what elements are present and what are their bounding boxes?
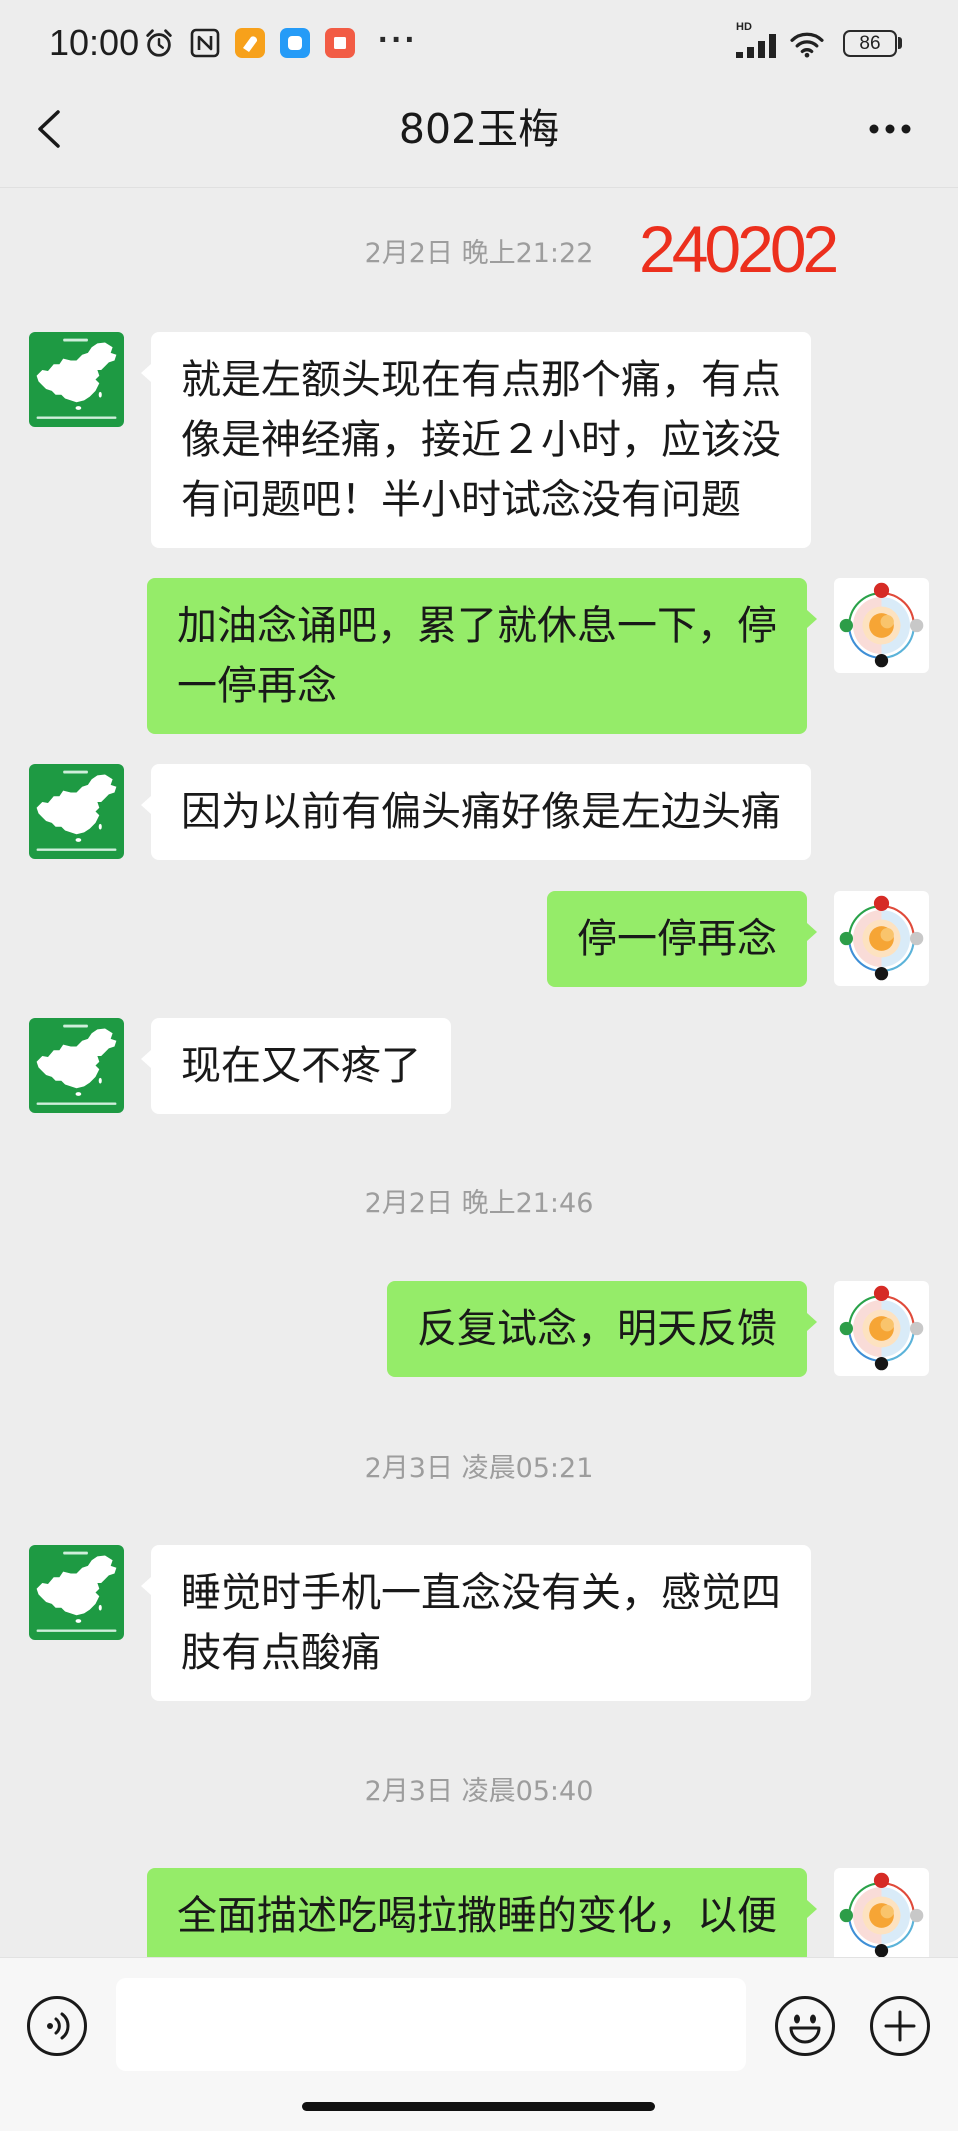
message-bubble-received[interactable]: 现在又不疼了: [141, 1018, 451, 1114]
status-time: 10:00: [49, 22, 140, 63]
china-map-avatar-icon: [29, 332, 124, 427]
battery-icon: 86: [843, 30, 897, 57]
message-text-line: 有问题吧！半小时试念没有问题: [181, 477, 741, 523]
message-text-line: 像是神经痛，接近２小时，应该没: [181, 417, 781, 463]
status-bar: 10:00 ··· HD 86: [0, 0, 958, 86]
message-text-line: 因为以前有偏头痛好像是左边头痛: [181, 789, 781, 835]
battery-level: 86: [859, 33, 881, 54]
more-notifications-indicator: ···: [378, 21, 418, 59]
contact-avatar[interactable]: [29, 764, 124, 859]
chat-title: 802玉梅: [398, 105, 560, 153]
chat-input-bar: [0, 1957, 958, 2131]
chat-header: 802玉梅: [0, 86, 958, 188]
china-map-avatar-icon: [29, 1018, 124, 1113]
more-dots-icon[interactable]: [866, 123, 914, 135]
orange-app-icon: [235, 28, 265, 58]
china-map-avatar-icon: [29, 764, 124, 859]
contact-avatar[interactable]: [29, 332, 124, 427]
circle-diagram-avatar-icon: [834, 891, 929, 986]
alarm-clock-icon: [146, 29, 172, 57]
my-avatar[interactable]: [834, 1281, 929, 1376]
message-bubble-sent[interactable]: 加油念诵吧，累了就休息一下，停 一停再念: [147, 578, 817, 734]
message-bubble-received[interactable]: 睡觉时手机一直念没有关，感觉四 肢有点酸痛: [141, 1545, 811, 1701]
china-map-avatar-icon: [29, 1545, 124, 1640]
message-bubble-sent[interactable]: 反复试念，明天反馈: [387, 1281, 817, 1377]
signal-bars-icon: [736, 34, 776, 58]
blue-app-icon: [280, 28, 310, 58]
my-avatar[interactable]: [834, 1868, 929, 1963]
message-text-line: 肢有点酸痛: [181, 1630, 381, 1676]
message-bubble-received[interactable]: 就是左额头现在有点那个痛，有点 像是神经痛，接近２小时，应该没 有问题吧！半小时…: [141, 332, 811, 548]
message-text-line: 一停再念: [177, 663, 337, 709]
network-label: HD: [736, 21, 752, 33]
circle-diagram-avatar-icon: [834, 1868, 929, 1963]
my-avatar[interactable]: [834, 578, 929, 673]
plus-icon[interactable]: [869, 1995, 931, 2057]
wifi-icon: [790, 32, 824, 58]
message-input[interactable]: [116, 1978, 746, 2071]
emoji-icon[interactable]: [774, 1995, 836, 2057]
message-bubble-received[interactable]: 因为以前有偏头痛好像是左边头痛: [141, 764, 811, 860]
message-timestamp: 2月3日 凌晨05:40: [364, 1776, 594, 1807]
voice-input-icon[interactable]: [26, 1995, 88, 2057]
contact-avatar[interactable]: [29, 1545, 124, 1640]
red-app-icon: [325, 28, 355, 58]
nfc-icon: [190, 28, 220, 58]
my-avatar[interactable]: [834, 891, 929, 986]
message-timestamp: 2月3日 凌晨05:21: [364, 1453, 594, 1484]
home-indicator[interactable]: [302, 2102, 655, 2111]
message-text-line: 就是左额头现在有点那个痛，有点: [181, 357, 781, 403]
message-bubble-sent[interactable]: 全面描述吃喝拉撒睡的变化，以便: [147, 1868, 817, 1964]
message-text-line: 停一停再念: [577, 916, 777, 962]
message-text-line: 反复试念，明天反馈: [417, 1306, 777, 1352]
contact-avatar[interactable]: [29, 1018, 124, 1113]
circle-diagram-avatar-icon: [834, 1281, 929, 1376]
message-text-line: 加油念诵吧，累了就休息一下，停: [177, 603, 777, 649]
battery-nub: [898, 37, 902, 49]
date-annotation: 240202: [639, 212, 839, 286]
message-text-line: 全面描述吃喝拉撒睡的变化，以便: [177, 1893, 777, 1939]
message-timestamp: 2月2日 晚上21:46: [364, 1188, 594, 1219]
message-text-line: 睡觉时手机一直念没有关，感觉四: [181, 1570, 781, 1616]
message-bubble-sent[interactable]: 停一停再念: [547, 891, 817, 987]
circle-diagram-avatar-icon: [834, 578, 929, 673]
message-text-line: 现在又不疼了: [181, 1043, 421, 1089]
